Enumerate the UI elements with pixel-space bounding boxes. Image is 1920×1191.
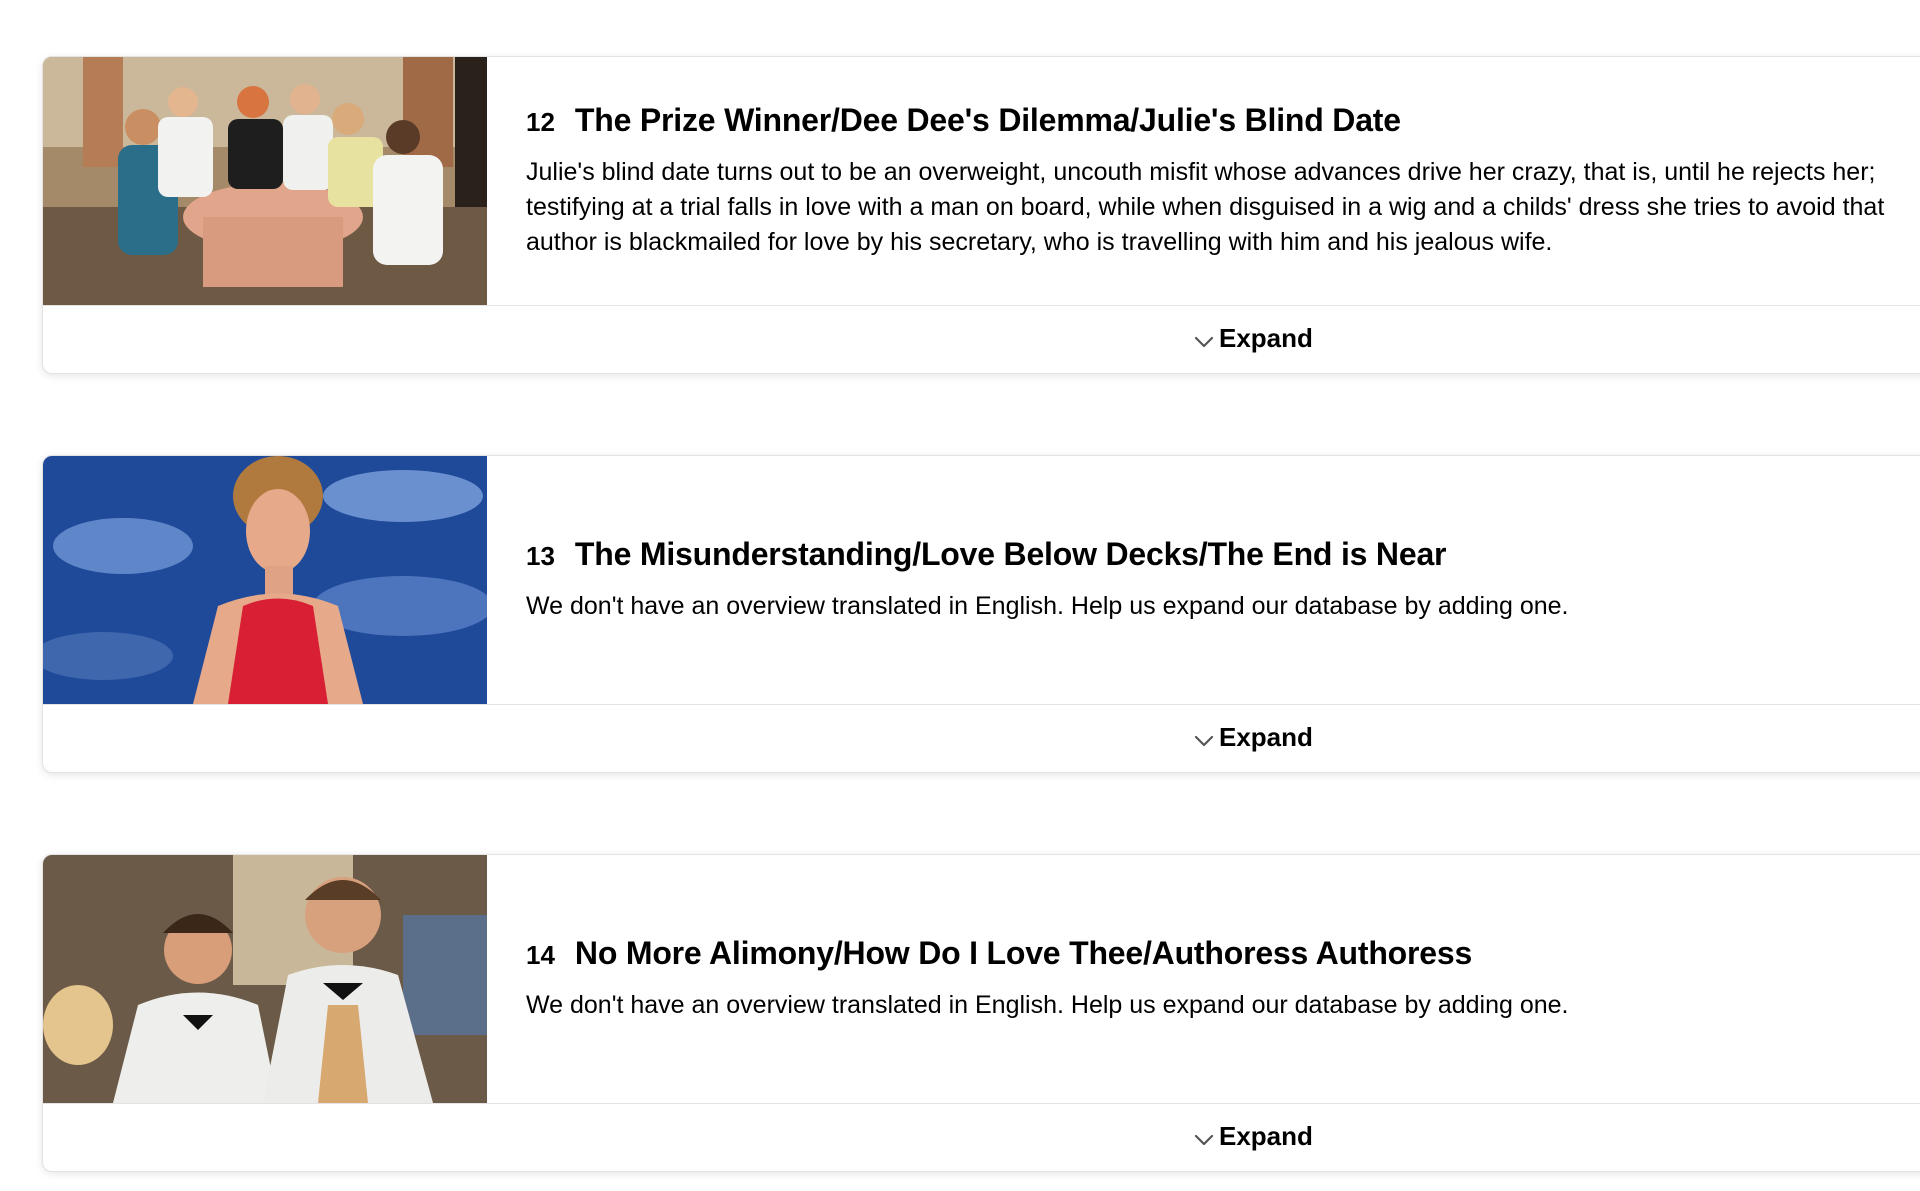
- chevron-down-icon: [1193, 730, 1215, 752]
- episode-card: 13 The Misunderstanding/Love Below Decks…: [42, 455, 1920, 773]
- episode-title[interactable]: The Misunderstanding/Love Below Decks/Th…: [575, 536, 1447, 573]
- episode-still-image[interactable]: [43, 57, 487, 305]
- episode-info: 13 The Misunderstanding/Love Below Decks…: [526, 456, 1920, 704]
- expand-label: Expand: [1219, 722, 1313, 752]
- episode-card-top: 14 No More Alimony/How Do I Love Thee/Au…: [43, 855, 1920, 1103]
- episode-card-top: 13 The Misunderstanding/Love Below Decks…: [43, 456, 1920, 704]
- episode-card-top: 12 The Prize Winner/Dee Dee's Dilemma/Ju…: [43, 57, 1920, 305]
- episode-title[interactable]: No More Alimony/How Do I Love Thee/Autho…: [575, 935, 1472, 972]
- expand-button[interactable]: Expand: [1193, 722, 1313, 753]
- dining-table-scene-image: [43, 57, 487, 305]
- episode-card-footer: Expand: [43, 305, 1920, 373]
- episode-number: 13: [526, 541, 555, 571]
- expand-button[interactable]: Expand: [1193, 323, 1313, 354]
- episode-card: 14 No More Alimony/How Do I Love Thee/Au…: [42, 854, 1920, 1172]
- episode-overview: We don't have an overview translated in …: [526, 592, 1569, 620]
- episode-number: 14: [526, 940, 555, 970]
- episode-overview: Julie's blind date turns out to be an ov…: [526, 158, 1885, 256]
- chevron-down-icon: [1193, 331, 1215, 353]
- episode-title[interactable]: The Prize Winner/Dee Dee's Dilemma/Julie…: [575, 102, 1401, 139]
- expand-button[interactable]: Expand: [1193, 1121, 1313, 1152]
- episode-title-row: 12 The Prize Winner/Dee Dee's Dilemma/Ju…: [526, 102, 1920, 139]
- episode-title-row: 14 No More Alimony/How Do I Love Thee/Au…: [526, 935, 1920, 972]
- episode-card-footer: Expand: [43, 704, 1920, 772]
- episode-info: 12 The Prize Winner/Dee Dee's Dilemma/Ju…: [526, 57, 1920, 305]
- episode-list: 12 The Prize Winner/Dee Dee's Dilemma/Ju…: [0, 0, 1920, 1191]
- woman-red-dress-sky-image: [43, 456, 487, 704]
- two-officers-image: [43, 855, 487, 1103]
- chevron-down-icon: [1193, 1129, 1215, 1151]
- episode-number: 12: [526, 107, 555, 137]
- episode-overview: We don't have an overview translated in …: [526, 991, 1569, 1019]
- episode-info: 14 No More Alimony/How Do I Love Thee/Au…: [526, 855, 1920, 1103]
- expand-label: Expand: [1219, 1121, 1313, 1151]
- episode-title-row: 13 The Misunderstanding/Love Below Decks…: [526, 536, 1920, 573]
- episode-still-image[interactable]: [43, 456, 487, 704]
- episode-card-footer: Expand: [43, 1103, 1920, 1171]
- expand-label: Expand: [1219, 323, 1313, 353]
- episode-card: 12 The Prize Winner/Dee Dee's Dilemma/Ju…: [42, 56, 1920, 374]
- episode-still-image[interactable]: [43, 855, 487, 1103]
